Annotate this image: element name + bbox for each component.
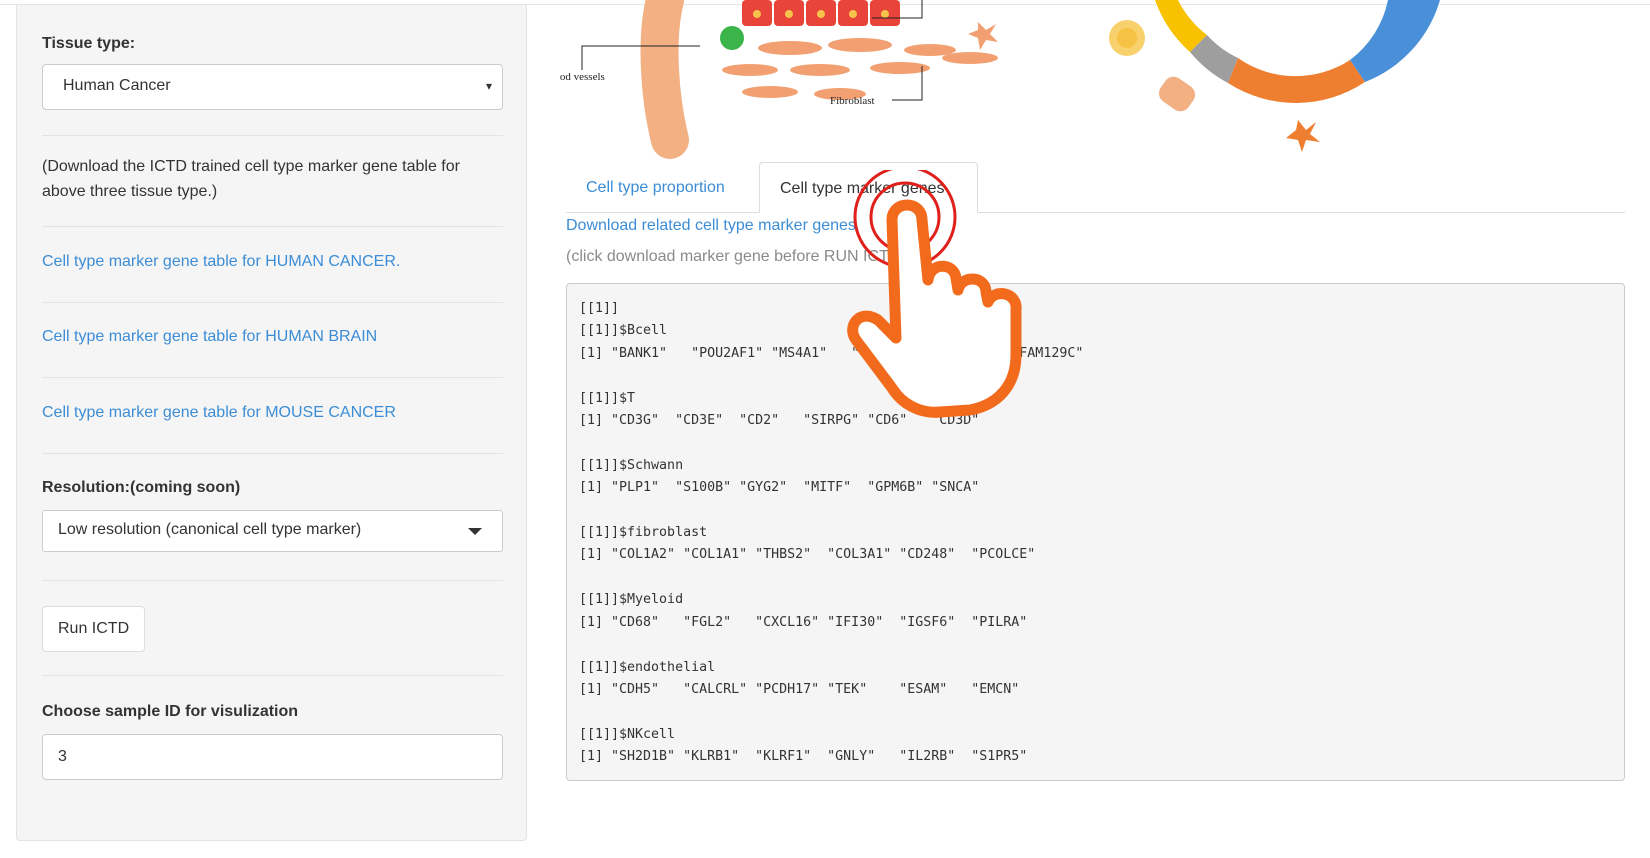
divider	[42, 453, 503, 454]
output-line: [[1]]$endothelial	[579, 659, 716, 675]
output-tabs: Cell type proportion Cell type marker ge…	[566, 162, 1625, 213]
resolution-label: Resolution:(coming soon)	[42, 479, 241, 496]
caret-down-icon: ▾	[485, 79, 492, 93]
run-ictd-button[interactable]: Run ICTD	[42, 606, 146, 652]
tissue-type-value: Human Cancer	[63, 77, 171, 94]
fibroblast-cells	[722, 38, 998, 100]
green-cell	[720, 26, 744, 50]
divider	[42, 226, 503, 227]
divider	[42, 135, 503, 136]
sample-id-input[interactable]: 3	[42, 734, 503, 780]
link-human-brain-table[interactable]: Cell type marker gene table for HUMAN BR…	[42, 328, 377, 346]
resolution-value: Low resolution (canonical cell type mark…	[58, 521, 362, 538]
output-line: [[1]]	[579, 301, 620, 316]
divider	[42, 377, 503, 378]
output-line: [[1]]$Myeloid	[579, 592, 684, 608]
link-mouse-cancer-table[interactable]: Cell type marker gene table for MOUSE CA…	[42, 404, 396, 422]
tissue-type-select[interactable]: Human Cancer ▾	[42, 64, 503, 110]
download-note: (Download the ICTD trained cell type mar…	[42, 158, 460, 200]
yellow-cell-core	[1117, 28, 1137, 48]
caret-down-icon	[468, 528, 482, 535]
output-line: [1] "PLP1" "S100B" "GYG2" "MITF" "GPM6B"…	[579, 480, 980, 496]
blood-vessels-label: Blood vessels	[560, 71, 605, 83]
link-human-cancer-table[interactable]: Cell type marker gene table for HUMAN CA…	[42, 253, 400, 271]
download-marker-genes-link[interactable]: Download related cell type marker genes	[566, 217, 856, 235]
output-line: [1] "SH2D1B" "KLRB1" "KLRF1" "GNLY" "IL2…	[579, 749, 1028, 765]
output-line: [[1]]$Schwann	[579, 457, 684, 473]
sample-id-label: Choose sample ID for visulization	[42, 703, 299, 720]
cell-proportion-donut	[1155, 0, 1440, 103]
peach-cell	[1158, 76, 1196, 112]
orange-star-cell	[1286, 120, 1320, 152]
output-line: [[1]]$NKcell	[579, 726, 676, 742]
output-line: [1] "CDH5" "CALCRL" "PCDH17" "TEK" "ESAM…	[579, 681, 1020, 697]
output-line: [1] "CD68" "FGL2" "CXCL16" "IFI30" "IGSF…	[579, 614, 1028, 630]
output-line: [1] "COL1A2" "COL1A1" "THBS2" "COL3A1" "…	[579, 547, 1036, 563]
output-line: [[1]]$Bcell	[579, 323, 668, 339]
tab-cell-type-proportion[interactable]: Cell type proportion	[566, 162, 745, 213]
output-line: [[1]]$fibroblast	[579, 525, 708, 541]
divider	[42, 580, 503, 581]
tumor-cell-cluster	[742, 0, 900, 26]
immune-cell-star	[968, 22, 998, 50]
tissue-type-label: Tissue type:	[42, 35, 136, 52]
resolution-select[interactable]: Low resolution (canonical cell type mark…	[42, 510, 503, 552]
marker-gene-output: [[1]] [[1]]$Bcell [1] "BANK1" "POU2AF1" …	[566, 283, 1625, 781]
tumor-microenvironment-illustration: Blood vessels Fibroblast	[560, 0, 1440, 159]
divider	[42, 675, 503, 676]
output-line: [[1]]$T	[579, 390, 636, 406]
divider	[42, 302, 503, 303]
blood-vessel-shape	[640, 0, 689, 159]
sidebar-panel: Tissue type: Human Cancer ▾ (Download th…	[16, 5, 527, 841]
fibroblast-label: Fibroblast	[830, 95, 875, 107]
pointing-hand-icon	[847, 170, 1022, 418]
